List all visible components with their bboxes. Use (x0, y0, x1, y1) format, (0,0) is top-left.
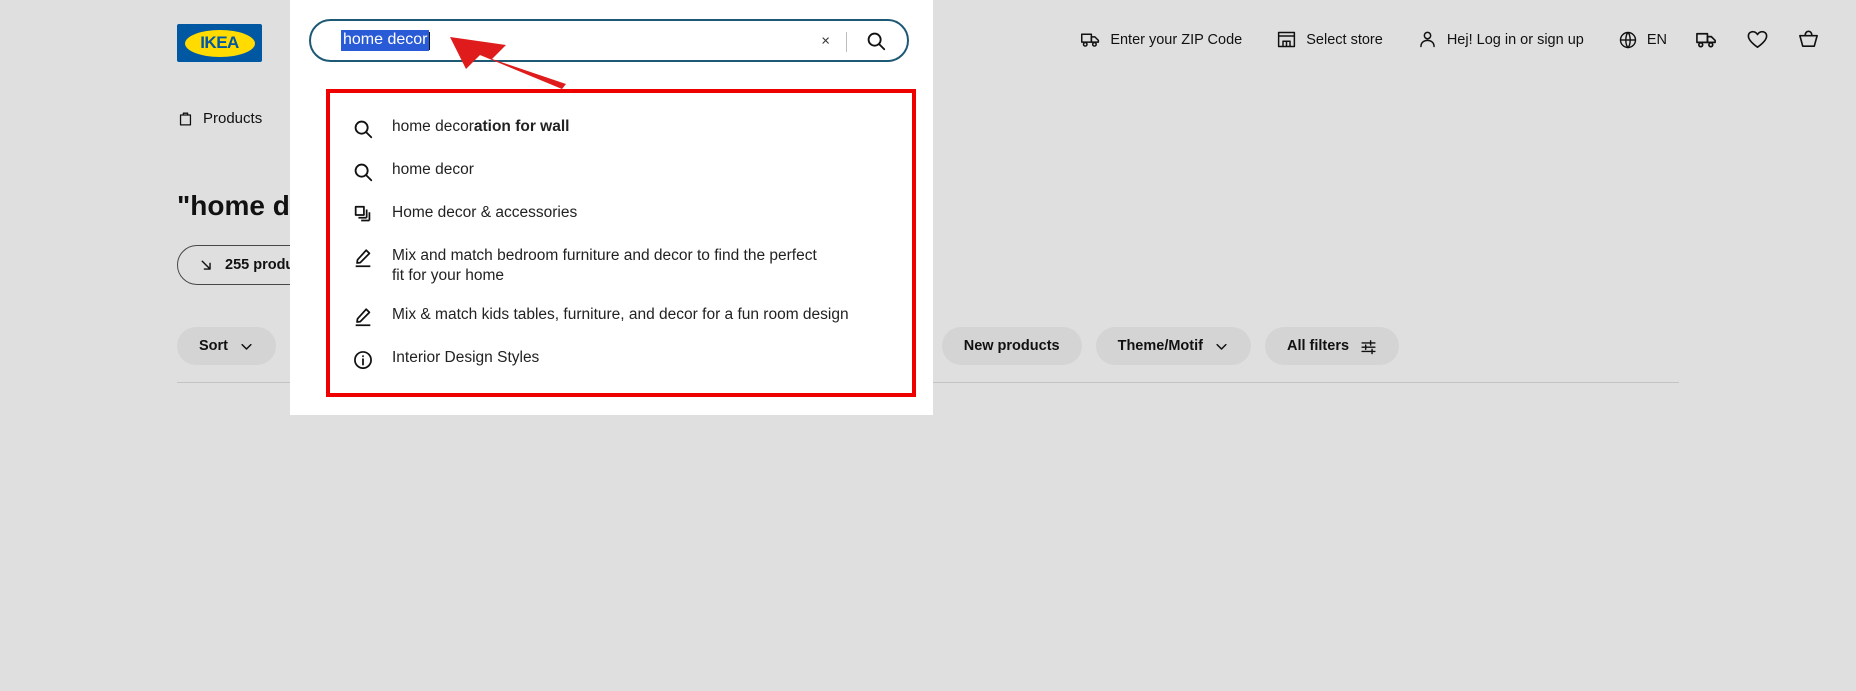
language-selector[interactable]: EN (1618, 30, 1667, 50)
zip-code-button[interactable]: Enter your ZIP Code (1080, 29, 1242, 50)
suggestion-text: Mix & match kids tables, furniture, and … (392, 306, 849, 324)
nav-item-label: Products (203, 110, 263, 127)
logo-oval: IKEA (184, 29, 255, 57)
header-right-cluster: Enter your ZIP Code Select store Hej! Lo… (1080, 28, 1856, 51)
clear-search-button[interactable]: × (821, 33, 830, 48)
select-store-button[interactable]: Select store (1276, 29, 1383, 50)
filter-chip-new-products[interactable]: New products (941, 327, 1082, 365)
chevron-down-icon (241, 343, 252, 350)
heart-icon (1747, 30, 1768, 48)
account-label: Hej! Log in or sign up (1446, 31, 1584, 48)
delivery-tracking-button[interactable] (1695, 28, 1718, 51)
search-overlay-panel: home decor × home decoration for wall ho… (290, 0, 933, 415)
suggestion-suffix: ation for wall (473, 118, 570, 135)
shopping-bag-button[interactable] (1797, 28, 1820, 51)
shopping-bag-icon (1799, 30, 1818, 48)
filter-chip-label: All filters (1286, 338, 1350, 354)
suggestion-item[interactable]: Mix and match bedroom furniture and deco… (330, 236, 912, 295)
filter-chip-theme-motif[interactable]: Theme/Motif (1095, 327, 1251, 365)
filter-chip-sort[interactable]: Sort (177, 327, 276, 365)
search-icon (354, 163, 373, 182)
suggestion-prefix: home decor (392, 118, 474, 135)
filter-chip-label: Theme/Motif (1117, 338, 1203, 354)
select-store-label: Select store (1306, 31, 1383, 48)
logo-text: IKEA (200, 33, 239, 52)
ikea-search-results-page: FLOWER MARKET LONDON CAMPO DEI FIORI (0, 0, 1856, 691)
chevron-down-icon (1216, 343, 1227, 350)
delivery-truck-icon (1696, 32, 1716, 48)
pencil-icon (355, 308, 371, 327)
search-icon[interactable] (865, 30, 887, 52)
products-tag-icon (179, 112, 192, 126)
person-icon (1420, 31, 1435, 48)
language-label: EN (1646, 31, 1667, 48)
suggestion-text: Home decor & accessories (392, 204, 578, 221)
nav-item-products[interactable]: Products (177, 110, 262, 127)
arrow-down-right-icon (201, 260, 211, 270)
suggestion-item[interactable]: Home decor & accessories (330, 193, 912, 236)
account-button[interactable]: Hej! Log in or sign up (1417, 29, 1584, 50)
suggestion-item[interactable]: home decoration for wall (330, 107, 912, 150)
suggestion-text: Interior Design Styles (392, 349, 540, 367)
suggestion-text: home decoration for wall (392, 117, 569, 137)
delivery-truck-icon (1081, 33, 1100, 47)
suggestion-text: Mix and match bedroom furniture and deco… (392, 247, 817, 284)
category-icon (354, 205, 371, 222)
search-icon (354, 120, 373, 139)
suggestion-item[interactable]: Mix & match kids tables, furniture, and … (330, 295, 912, 338)
red-pointer-arrow-annotation (450, 37, 566, 89)
info-icon (354, 351, 372, 370)
globe-icon (1619, 31, 1637, 49)
filter-chip-label: New products (963, 338, 1060, 354)
text-caret (428, 31, 430, 50)
zip-code-label: Enter your ZIP Code (1110, 31, 1243, 48)
suggestion-item[interactable]: home decor (330, 150, 912, 193)
search-box[interactable]: home decor × (309, 19, 909, 62)
ikea-logo[interactable]: IKEA (177, 24, 262, 62)
search-divider (846, 32, 847, 52)
filter-chip-all-filters[interactable]: All filters (1264, 327, 1400, 365)
sliders-icon (1361, 339, 1376, 354)
suggestion-item[interactable]: Interior Design Styles (330, 338, 912, 381)
suggestion-text: home decor (392, 161, 474, 178)
search-suggestions-dropdown: home decoration for wall home decor Home… (326, 89, 916, 398)
pencil-icon (355, 249, 371, 268)
filter-chip-label: Sort (199, 338, 228, 354)
store-icon (1278, 31, 1296, 48)
favorites-button[interactable] (1746, 28, 1769, 51)
search-input[interactable]: home decor (341, 30, 429, 51)
